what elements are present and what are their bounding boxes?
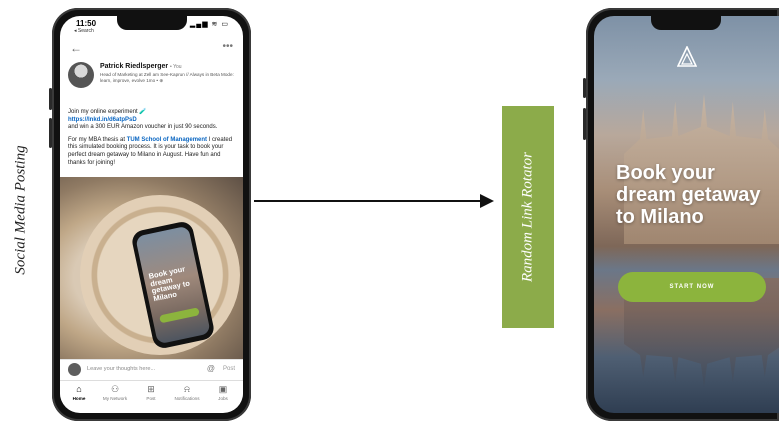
author-headline-block: Head of Marketing at Zell am See-Kaprun … bbox=[100, 72, 242, 84]
tab-jobs[interactable]: ▣ Jobs bbox=[206, 384, 240, 401]
comment-input[interactable]: Leave your thoughts here... bbox=[87, 366, 155, 372]
phone-notch bbox=[651, 16, 721, 30]
post-image[interactable]: Book your dream getaway to Milano bbox=[60, 177, 243, 359]
phone-side-button bbox=[49, 88, 52, 110]
commenter-avatar bbox=[68, 363, 81, 376]
tab-post[interactable]: ⊞ Post bbox=[134, 384, 168, 401]
comment-bar: Leave your thoughts here... @ Post bbox=[60, 359, 243, 380]
tab-post-label: Post bbox=[146, 396, 156, 401]
comment-post-button[interactable]: Post bbox=[223, 366, 235, 372]
tab-home[interactable]: ⌂ Home bbox=[62, 384, 96, 401]
rotator-label: Random Link Rotator bbox=[519, 152, 536, 282]
random-link-rotator-box: Random Link Rotator bbox=[502, 106, 554, 328]
post-time: 1mo • ⊕ bbox=[146, 78, 164, 83]
post-text: Join my online experiment 🧪 https://lnkd… bbox=[68, 109, 235, 172]
author-headline: Head of Marketing at Zell am See-Kaprun … bbox=[100, 72, 234, 83]
social-media-posting-label: Social Media Posting bbox=[6, 120, 36, 300]
back-arrow-icon[interactable]: ← bbox=[70, 41, 82, 55]
status-time: 11:50 bbox=[76, 19, 97, 28]
hero-title: Book your dream getaway to Milano bbox=[616, 162, 761, 228]
author-avatar[interactable] bbox=[68, 62, 94, 88]
phone-notch bbox=[116, 16, 187, 30]
post-line-1: Join my online experiment 🧪 bbox=[68, 109, 147, 115]
author-degree: • You bbox=[170, 64, 182, 70]
tab-notifications[interactable]: ⍾ Notifications bbox=[170, 384, 204, 401]
post-icon: ⊞ bbox=[147, 384, 155, 394]
tab-notifications-label: Notifications bbox=[174, 396, 200, 401]
tum-school-link[interactable]: TUM School of Management bbox=[127, 137, 207, 143]
tab-my-network-label: My Network bbox=[102, 396, 128, 401]
briefcase-icon: ▣ bbox=[218, 384, 228, 394]
tab-jobs-label: Jobs bbox=[218, 396, 228, 401]
post-para2-start: For my MBA thesis at bbox=[68, 136, 127, 143]
brand-logo-icon bbox=[676, 46, 697, 67]
status-back-search[interactable]: ◂ Search bbox=[74, 28, 94, 34]
more-options-icon[interactable]: ••• bbox=[222, 41, 233, 52]
post-experiment-link[interactable]: https://lnkd.in/d6atpPsD bbox=[68, 117, 137, 123]
linkedin-phone: 11:50 ◂ Search ▂▄▆ ≋ ▭ ← ••• Patrick Rie… bbox=[49, 8, 251, 421]
network-icon: ⚇ bbox=[110, 384, 120, 394]
tab-my-network[interactable]: ⚇ My Network bbox=[98, 384, 132, 401]
post-line-2: and win a 300 EUR Amazon voucher in just… bbox=[68, 124, 218, 131]
tab-home-label: Home bbox=[72, 396, 86, 401]
flow-arrow-head-icon bbox=[480, 194, 494, 208]
landing-screen: Book your dream getaway to Milano START … bbox=[594, 16, 779, 413]
home-icon: ⌂ bbox=[76, 384, 82, 394]
linkedin-screen: 11:50 ◂ Search ▂▄▆ ≋ ▭ ← ••• Patrick Rie… bbox=[60, 16, 243, 413]
phone-side-button bbox=[583, 108, 586, 140]
side-label-text: Social Media Posting bbox=[12, 145, 29, 275]
signal-wifi-battery-icon: ▂▄▆ ≋ ▭ bbox=[189, 21, 229, 28]
post-header: Patrick Riedlsperger • You Head of Marke… bbox=[68, 62, 235, 106]
phone-side-button bbox=[49, 118, 52, 148]
post-nav-row: ← ••• bbox=[60, 41, 243, 57]
start-now-button[interactable]: START NOW bbox=[618, 272, 766, 302]
bell-icon: ⍾ bbox=[184, 384, 190, 394]
author-name: Patrick Riedlsperger bbox=[100, 63, 169, 70]
landing-phone: Book your dream getaway to Milano START … bbox=[583, 8, 779, 421]
mention-at-icon[interactable]: @ bbox=[207, 364, 215, 373]
mini-phone-button bbox=[159, 307, 200, 324]
phone-side-button bbox=[583, 78, 586, 98]
bottom-tab-bar: ⌂ Home ⚇ My Network ⊞ Post ⍾ Notificatio… bbox=[60, 380, 243, 411]
flow-arrow-line bbox=[254, 200, 482, 202]
author-name-row[interactable]: Patrick Riedlsperger • You bbox=[100, 63, 182, 70]
mini-phone-title: Book your dream getaway to Milano bbox=[147, 264, 191, 304]
